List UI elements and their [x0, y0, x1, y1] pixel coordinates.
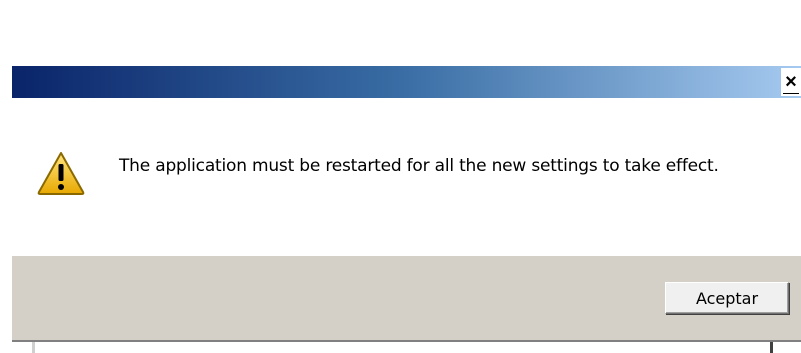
dialog-content: The application must be restarted for al…: [12, 98, 801, 256]
dialog-footer: Aceptar: [12, 256, 801, 340]
warning-icon: [36, 150, 86, 196]
close-underline: [783, 93, 799, 94]
aceptar-button[interactable]: Aceptar: [665, 282, 789, 314]
message-dialog: × The application must be restarted for …: [12, 66, 801, 353]
screen: × The application must be restarted for …: [0, 0, 801, 353]
underlying-window-edge: [12, 340, 801, 353]
edge-mark-right: [770, 342, 773, 353]
dialog-titlebar[interactable]: ×: [12, 66, 801, 98]
close-icon: ×: [785, 71, 797, 93]
edge-mark-left: [32, 342, 35, 353]
message-text: The application must be restarted for al…: [119, 156, 719, 176]
close-button[interactable]: ×: [781, 68, 801, 96]
